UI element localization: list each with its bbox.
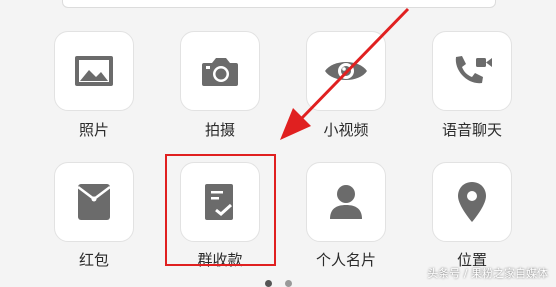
camera-icon xyxy=(202,58,238,86)
watermark: 头条号 / 果粉之家自媒体 xyxy=(427,267,548,280)
annotation-highlight-box xyxy=(165,154,276,266)
short-video-tile[interactable] xyxy=(306,31,386,111)
voice-call-label: 语音聊天 xyxy=(441,121,502,139)
camera-label: 拍摄 xyxy=(204,121,235,139)
camera-tile[interactable] xyxy=(180,31,260,111)
photo-label: 照片 xyxy=(78,121,109,139)
eye-icon xyxy=(325,62,367,80)
voice-call-icon xyxy=(455,56,492,84)
contact-card-icon xyxy=(330,185,362,219)
location-tile[interactable] xyxy=(432,162,512,242)
red-packet-label: 红包 xyxy=(78,251,109,269)
contact-card-label: 个人名片 xyxy=(315,251,376,269)
contact-card-tile[interactable] xyxy=(306,162,386,242)
photo-tile[interactable] xyxy=(54,31,134,111)
photo-icon xyxy=(75,56,113,86)
red-packet-icon xyxy=(77,184,111,220)
short-video-label: 小视频 xyxy=(323,121,369,139)
message-input-bar[interactable] xyxy=(62,0,496,8)
voice-call-tile[interactable] xyxy=(432,31,512,111)
red-packet-tile[interactable] xyxy=(54,162,134,242)
location-icon xyxy=(458,182,486,222)
